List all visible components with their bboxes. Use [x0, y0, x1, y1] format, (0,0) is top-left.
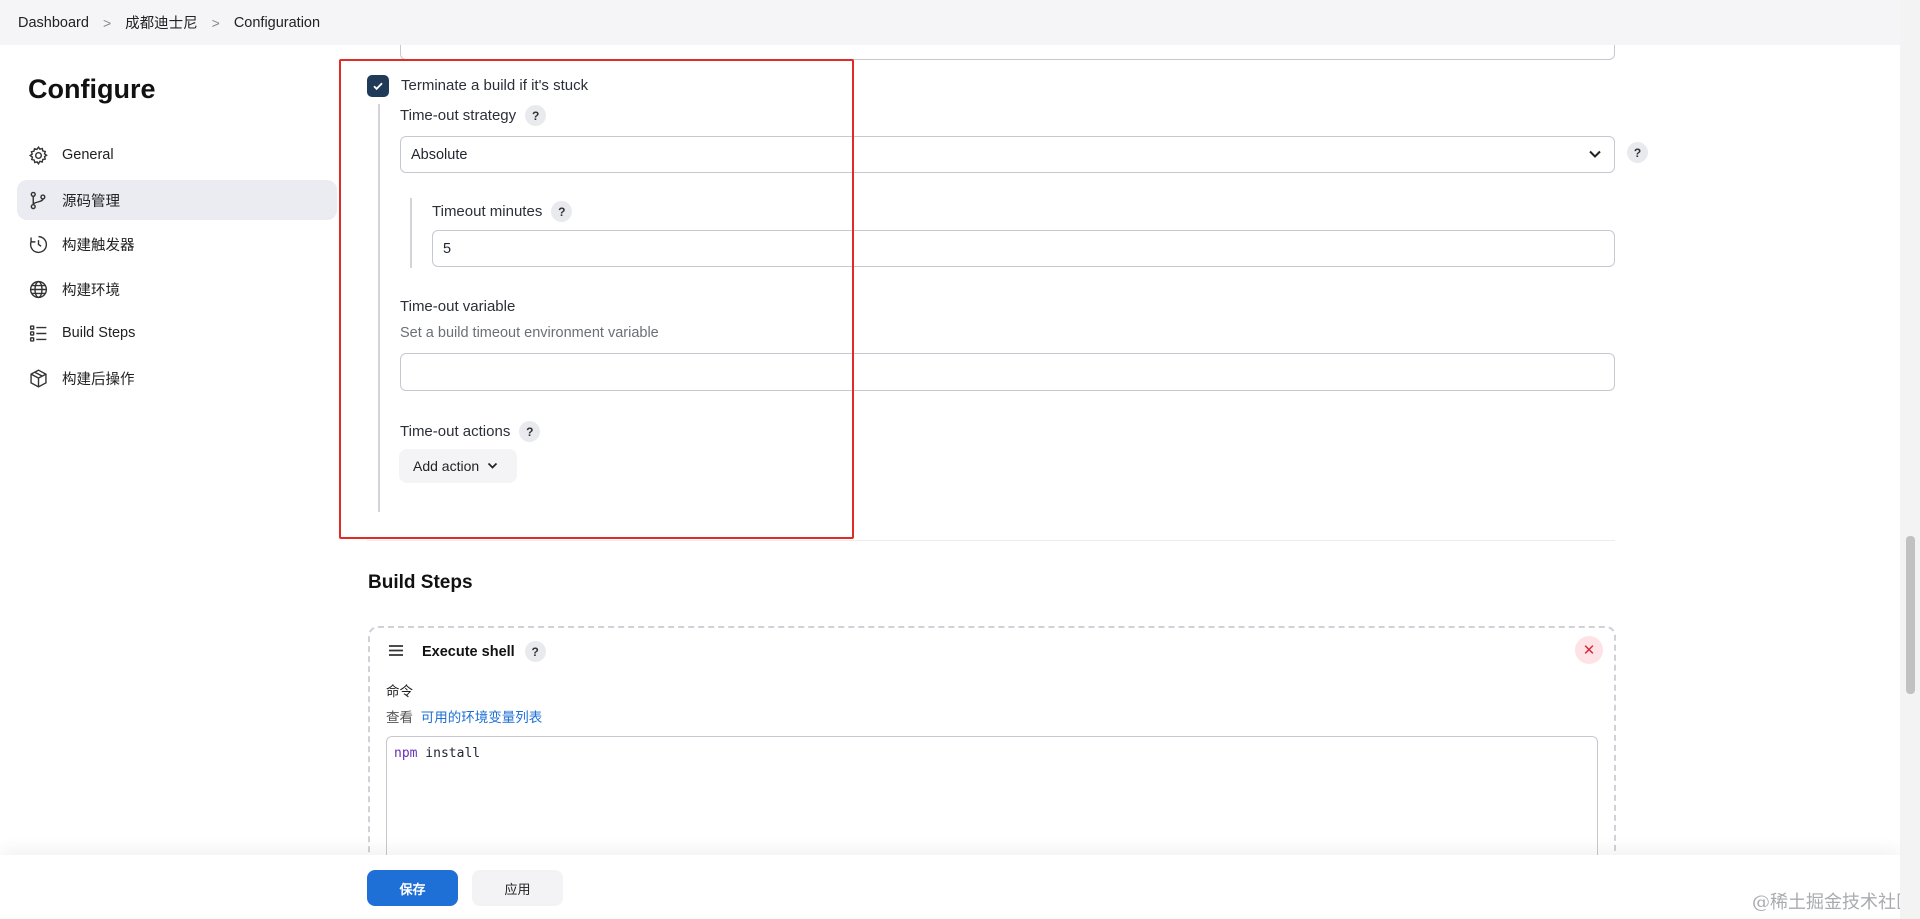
command-label: 命令	[386, 684, 413, 699]
clock-icon	[29, 235, 48, 253]
chevron-down-icon	[1589, 150, 1601, 158]
section-divider	[367, 540, 1615, 541]
command-keyword: npm	[394, 746, 418, 761]
scrollbar-track[interactable]	[1900, 0, 1920, 919]
env-vars-prefix: 查看	[386, 710, 413, 725]
breadcrumb-dashboard[interactable]: Dashboard	[18, 15, 89, 31]
chevron-right-icon: >	[211, 14, 220, 31]
env-vars-hint: 查看 可用的环境变量列表	[386, 706, 542, 726]
close-icon[interactable]: ✕	[1575, 636, 1603, 664]
execute-shell-header: Execute shell ?	[422, 641, 546, 662]
sidebar-item-general[interactable]: General	[17, 135, 337, 175]
page-title: Configure	[28, 74, 156, 104]
save-button[interactable]: 保存	[367, 870, 458, 906]
breadcrumb: Dashboard > 成都迪士尼 > Configuration	[0, 0, 1900, 45]
execute-shell-title: Execute shell	[422, 643, 515, 660]
sidebar-item-post-build[interactable]: 构建后操作	[17, 358, 337, 398]
help-icon[interactable]: ?	[524, 641, 546, 662]
sidebar-item-source-code[interactable]: 源码管理	[17, 180, 337, 220]
scrollbar-thumb[interactable]	[1906, 536, 1915, 694]
sidebar-item-label: 构建后操作	[62, 371, 135, 388]
sidebar-item-build-steps[interactable]: Build Steps	[17, 313, 337, 353]
chevron-right-icon: >	[102, 14, 112, 31]
sidebar-item-label: General	[62, 147, 114, 163]
breadcrumb-configuration[interactable]: Configuration	[234, 15, 320, 31]
apply-button[interactable]: 应用	[472, 870, 563, 906]
sidebar-item-label: Build Steps	[62, 325, 136, 341]
drag-handle-icon[interactable]	[388, 644, 404, 657]
help-icon[interactable]: ?	[1627, 142, 1648, 163]
bottom-action-bar	[0, 855, 1900, 919]
highlight-annotation-box	[339, 59, 854, 539]
globe-icon	[29, 280, 48, 298]
sidebar-item-environment[interactable]: 构建环境	[17, 269, 337, 309]
sidebar-item-label: 构建环境	[62, 282, 120, 299]
sidebar-item-label: 源码管理	[62, 193, 120, 210]
sidebar-item-triggers[interactable]: 构建触发器	[17, 224, 337, 264]
package-icon	[30, 368, 47, 388]
breadcrumb-project[interactable]: 成都迪士尼	[125, 12, 198, 33]
list-icon	[29, 324, 47, 342]
gear-icon	[28, 145, 48, 165]
sidebar-item-label: 构建触发器	[62, 237, 135, 254]
build-steps-title: Build Steps	[368, 572, 473, 593]
command-rest: install	[417, 746, 481, 761]
env-vars-link[interactable]: 可用的环境变量列表	[421, 710, 543, 725]
branch-icon	[30, 191, 46, 209]
watermark-text: @稀土掘金技术社区	[1752, 892, 1914, 913]
